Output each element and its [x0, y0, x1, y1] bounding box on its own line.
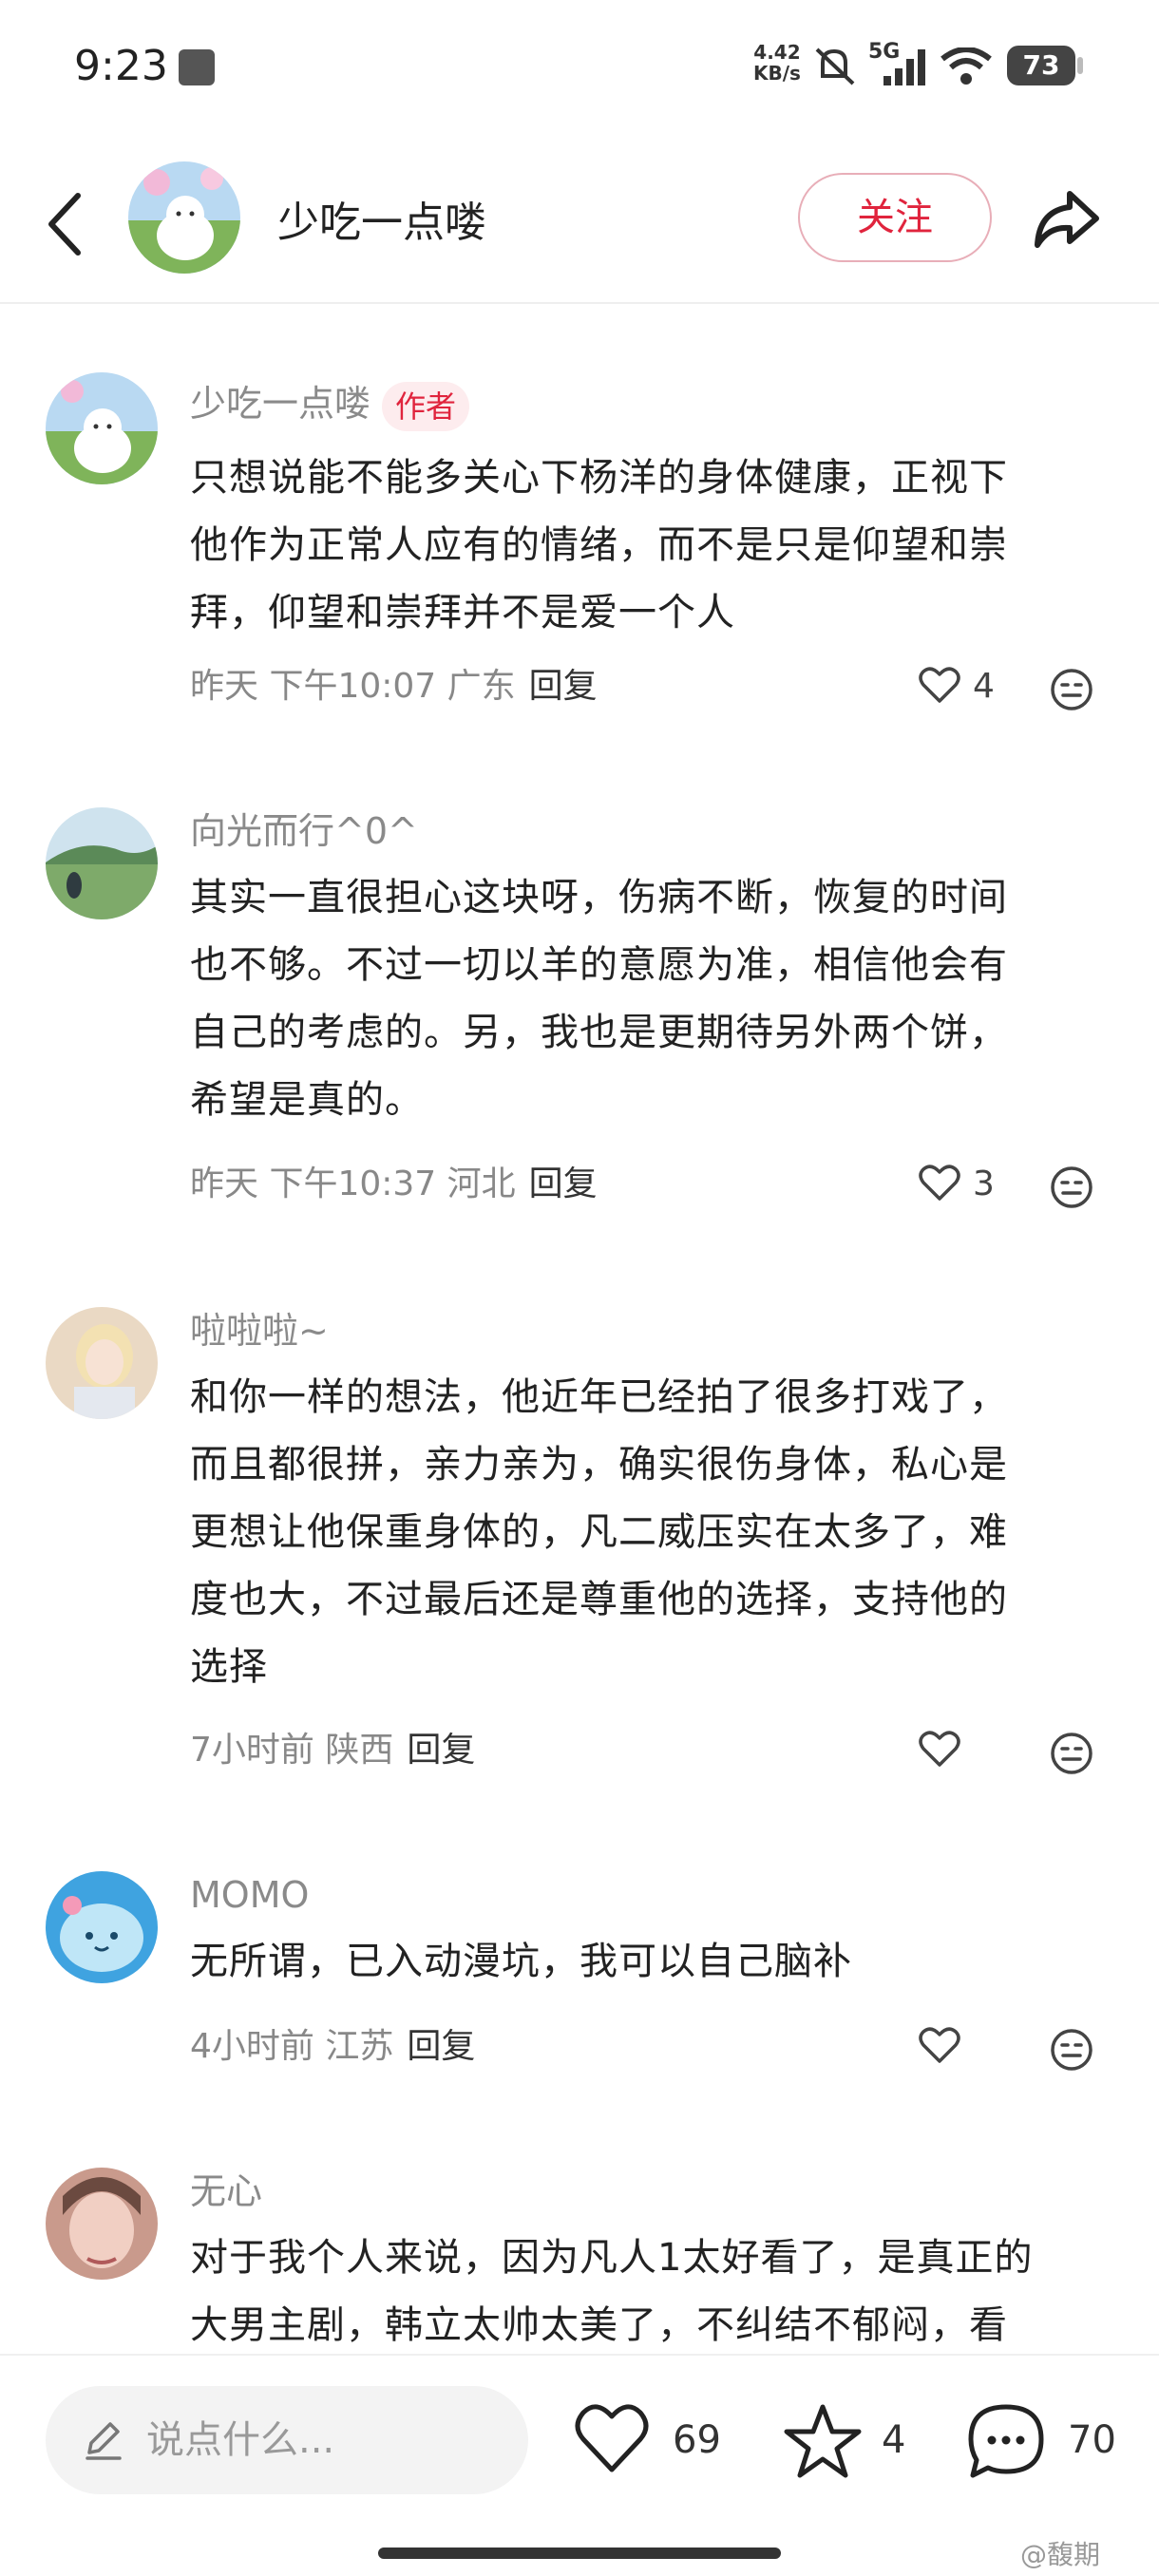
like-button[interactable]: 3	[918, 1159, 1022, 1210]
app-notification-icon	[179, 49, 215, 85]
heart-icon[interactable]	[918, 1163, 961, 1203]
bottom-action-bar: 说点什么... 69 4 70	[0, 2354, 1159, 2576]
star-icon[interactable]	[783, 2401, 863, 2481]
watermark: @馥期	[1020, 2539, 1101, 2570]
comment-meta: 昨天 下午10:07 广东 回复	[190, 667, 598, 706]
reply-button[interactable]: 回复	[407, 2027, 475, 2066]
header: 少吃一点喽 关注	[0, 142, 1159, 304]
author-badge: 作者	[382, 381, 470, 431]
commenter-avatar[interactable]	[46, 1871, 158, 1983]
comment-meta: 昨天 下午10:37 河北 回复	[190, 1165, 598, 1203]
comment-text: 只想说能不能多关心下杨洋的身体健康，正视下 他作为正常人应有的情绪，而不是只是仰…	[190, 456, 1008, 635]
mute-icon	[815, 47, 855, 85]
favorite-button[interactable]: 4	[783, 2401, 925, 2481]
comment-input[interactable]: 说点什么...	[46, 2386, 528, 2494]
status-bar: 9:23 4.42 KB/s 5G 73	[0, 0, 1159, 133]
comment-text: 无所谓，已入动漫坑，我可以自己脑补	[190, 1940, 852, 1983]
favorite-count: 4	[882, 2418, 906, 2462]
comments-button[interactable]: 70	[965, 2401, 1127, 2481]
home-indicator[interactable]	[378, 2548, 781, 2559]
commenter-name[interactable]: 无心	[190, 2168, 262, 2215]
page-title: 少吃一点喽	[277, 199, 486, 247]
pencil-icon	[86, 2422, 122, 2460]
commenter-name[interactable]: 少吃一点喽 作者	[190, 380, 470, 431]
battery-tip	[1077, 57, 1083, 74]
heart-icon[interactable]	[572, 2401, 652, 2475]
emoji-reaction-icon[interactable]	[1049, 2027, 1094, 2073]
back-arrow-icon[interactable]	[38, 188, 91, 260]
like-button[interactable]: 4	[918, 661, 1022, 712]
like-button[interactable]	[918, 1725, 1022, 1776]
commenter-name[interactable]: 啦啦啦~	[190, 1307, 329, 1354]
post-like-button[interactable]: 69	[572, 2401, 733, 2481]
emoji-reaction-icon[interactable]	[1049, 1731, 1094, 1776]
heart-icon[interactable]	[918, 2025, 961, 2065]
comment-meta: 7小时前 陕西 回复	[190, 1731, 476, 1770]
like-count: 3	[973, 1165, 995, 1203]
commenter-avatar[interactable]	[46, 807, 158, 919]
heart-icon[interactable]	[918, 665, 961, 705]
comment-text: 对于我个人来说，因为凡人1太好看了，是真正的 大男主剧，韩立太帅太美了，不纠结不…	[190, 2236, 1034, 2347]
wifi-icon	[940, 47, 992, 85]
post-like-count: 69	[673, 2418, 721, 2462]
heart-icon[interactable]	[918, 1729, 961, 1769]
signal-icon	[884, 49, 925, 85]
like-count: 4	[973, 667, 995, 706]
commenter-name[interactable]: MOMO	[190, 1871, 309, 1919]
commenter-avatar[interactable]	[46, 1307, 158, 1419]
battery-indicator: 73	[1007, 46, 1075, 85]
network-speed: 4.42 KB/s	[753, 41, 801, 85]
comment-bubble-icon[interactable]	[965, 2401, 1047, 2481]
comment-input-placeholder[interactable]: 说点什么...	[146, 2415, 334, 2466]
share-icon[interactable]	[1028, 180, 1106, 258]
comment-text: 其实一直很担心这块呀，伤病不断，恢复的时间 也不够。不过一切以羊的意愿为准，相信…	[190, 876, 1008, 1122]
emoji-reaction-icon[interactable]	[1049, 667, 1094, 712]
comment-text: 和你一样的想法，他近年已经拍了很多打戏了， 而且都很拼，亲力亲为，确实很伤身体，…	[190, 1375, 1008, 1689]
comment-count: 70	[1068, 2418, 1116, 2462]
commenter-name[interactable]: 向光而行^0^	[190, 807, 418, 855]
status-time: 9:23	[74, 42, 168, 90]
like-button[interactable]	[918, 2021, 1022, 2073]
commenter-avatar[interactable]	[46, 2168, 158, 2280]
reply-button[interactable]: 回复	[529, 1165, 598, 1203]
reply-button[interactable]: 回复	[407, 1731, 475, 1770]
author-avatar[interactable]	[128, 161, 240, 274]
reply-button[interactable]: 回复	[529, 667, 598, 706]
emoji-reaction-icon[interactable]	[1049, 1165, 1094, 1210]
follow-button[interactable]: 关注	[798, 173, 992, 262]
comment-meta: 4小时前 江苏 回复	[190, 2027, 476, 2066]
commenter-avatar[interactable]	[46, 372, 158, 484]
